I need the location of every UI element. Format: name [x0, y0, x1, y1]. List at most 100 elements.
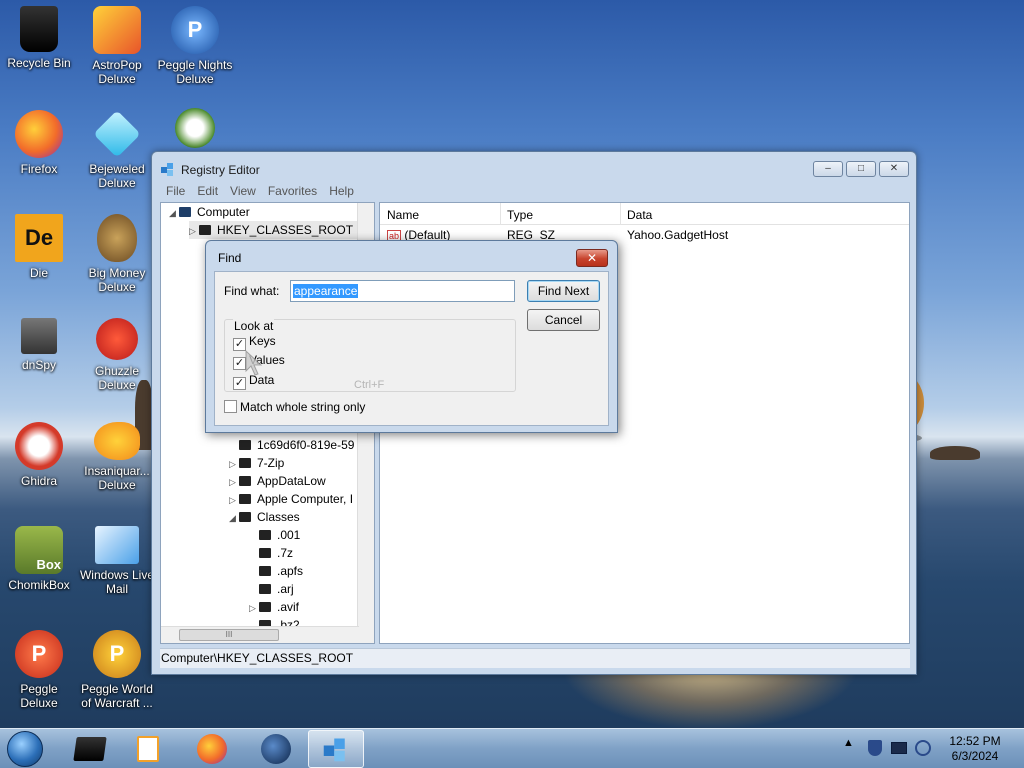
maximize-button[interactable]: □	[846, 161, 876, 177]
dialog-title: Find	[218, 251, 242, 265]
expand-arrow-icon[interactable]: ▷	[249, 599, 259, 617]
column-data[interactable]: Data	[627, 208, 652, 222]
tree-item-computer[interactable]: ◢ Computer	[169, 203, 250, 221]
taskbar-app-terminal[interactable]	[62, 730, 118, 768]
tree-item-key[interactable]: ▷ Apple Computer, I	[229, 490, 353, 508]
menu-bar: File Edit View Favorites Help	[160, 182, 360, 200]
show-hidden-icons-button[interactable]: ▲	[843, 737, 854, 749]
dialog-close-button[interactable]: ✕	[576, 249, 608, 267]
desktop-icon-label: Windows Live Mail	[79, 568, 155, 596]
status-bar: Computer\HKEY_CLASSES_ROOT	[160, 648, 910, 668]
find-what-input[interactable]: appearance	[290, 280, 515, 302]
expand-arrow-icon[interactable]: ▷	[229, 455, 239, 473]
desktop-icon-big-money[interactable]: Big Money Deluxe	[78, 214, 156, 294]
network-icon[interactable]	[915, 740, 931, 756]
desktop-icon-label: Peggle Nights Deluxe	[157, 58, 233, 86]
find-next-button[interactable]: Find Next	[527, 280, 600, 302]
column-type[interactable]: Type	[507, 208, 533, 222]
match-whole-string-checkbox[interactable]: Match whole string only	[224, 400, 365, 414]
ghidra-icon	[15, 422, 63, 470]
start-button[interactable]	[7, 731, 43, 767]
collapse-arrow-icon[interactable]: ◢	[169, 204, 179, 222]
tree-item-key[interactable]: .7z	[249, 544, 293, 562]
desktop-icon-plants[interactable]	[156, 108, 234, 152]
system-clock[interactable]: 12:52 PM 6/3/2024	[940, 734, 1010, 764]
column-name[interactable]: Name	[387, 208, 419, 222]
tree-item-key[interactable]: ◢ Classes	[229, 508, 300, 526]
tree-item-key[interactable]: ▷ 7-Zip	[229, 454, 284, 472]
taskbar-app-globe[interactable]	[248, 730, 304, 768]
desktop-icon-ghuzzle[interactable]: Ghuzzle Deluxe	[78, 318, 156, 392]
desktop-icon-chomikbox[interactable]: Box ChomikBox	[0, 526, 78, 592]
desktop-icon-label: Peggle Deluxe	[20, 682, 58, 710]
desktop-icon-die[interactable]: De Die	[0, 214, 78, 280]
taskbar-app-registry-editor[interactable]	[308, 730, 364, 768]
folder-icon	[239, 458, 251, 468]
tree-item-key[interactable]: ▷ .avif	[249, 598, 299, 616]
tree-horizontal-scrollbar[interactable]: III	[161, 626, 359, 643]
desktop-icon-bejeweled[interactable]: Bejeweled Deluxe	[78, 110, 156, 190]
media-player-icon	[137, 736, 159, 762]
desktop-icon-label: Peggle World of Warcraft ...	[81, 682, 153, 710]
folder-icon	[239, 512, 251, 522]
desktop-icon-label: Insaniquar... Deluxe	[84, 464, 150, 492]
dnspy-icon	[21, 318, 57, 354]
desktop-icon-firefox[interactable]: Firefox	[0, 110, 78, 176]
bejeweled-icon	[93, 110, 141, 158]
desktop-icon-peggle-nights[interactable]: P Peggle Nights Deluxe	[156, 6, 234, 86]
tree-item-key[interactable]: .apfs	[249, 562, 303, 580]
registry-icon	[323, 738, 345, 762]
folder-icon	[259, 530, 271, 540]
taskbar: ▲ 12:52 PM 6/3/2024	[0, 728, 1024, 768]
mail-icon	[95, 526, 139, 564]
shield-icon[interactable]	[868, 740, 882, 756]
desktop-icon-astropop[interactable]: AstroPop Deluxe	[78, 6, 156, 86]
collapse-arrow-icon[interactable]: ◢	[229, 509, 239, 527]
desktop-icon-label: Big Money Deluxe	[88, 266, 146, 294]
menu-file[interactable]: File	[160, 182, 191, 200]
expand-arrow-icon[interactable]: ▷	[189, 222, 199, 240]
scroll-thumb[interactable]: III	[179, 629, 279, 641]
firefox-icon	[15, 110, 63, 158]
minimize-button[interactable]: –	[813, 161, 843, 177]
desktop-icon-peggle-deluxe[interactable]: P Peggle Deluxe	[0, 630, 78, 710]
taskbar-app-media-player[interactable]	[120, 730, 176, 768]
find-dialog[interactable]: Find ✕ Find what: appearance Find Next C…	[205, 240, 618, 433]
terminal-icon	[73, 737, 107, 761]
taskbar-app-firefox[interactable]	[184, 730, 240, 768]
desktop-icon-insaniquarium[interactable]: Insaniquar... Deluxe	[78, 422, 156, 492]
folder-icon	[259, 548, 271, 558]
clock-date: 6/3/2024	[951, 749, 999, 763]
desktop-icon-label: Ghidra	[20, 474, 58, 488]
title-bar[interactable]: Registry Editor – □ ✕	[152, 152, 916, 182]
money-bag-icon	[97, 214, 137, 262]
find-what-text: appearance	[293, 284, 359, 298]
expand-arrow-icon[interactable]: ▷	[229, 473, 239, 491]
folder-icon	[259, 566, 271, 576]
folder-icon	[199, 225, 211, 235]
monitor-icon[interactable]	[891, 742, 907, 754]
menu-edit[interactable]: Edit	[191, 182, 224, 200]
tree-item-key[interactable]: .001	[249, 526, 300, 544]
menu-view[interactable]: View	[224, 182, 262, 200]
desktop-icon-label: dnSpy	[21, 358, 57, 372]
desktop-icon-ghidra[interactable]: Ghidra	[0, 422, 78, 488]
menu-favorites[interactable]: Favorites	[262, 182, 323, 200]
tree-item-hkcr[interactable]: ▷ HKEY_CLASSES_ROOT	[189, 221, 358, 240]
close-button[interactable]: ✕	[879, 161, 909, 177]
menu-help[interactable]: Help	[323, 182, 360, 200]
desktop-icon-label: Die	[29, 266, 48, 280]
desktop-icon-label: Ghuzzle Deluxe	[94, 364, 140, 392]
tree-item-key[interactable]: .arj	[249, 580, 294, 598]
desktop-icon-windows-live-mail[interactable]: Windows Live Mail	[78, 526, 156, 596]
desktop-icon-recycle-bin[interactable]: Recycle Bin	[0, 6, 78, 70]
peggle-nights-icon: P	[171, 6, 219, 54]
clock-time: 12:52 PM	[949, 734, 1001, 748]
list-header: Name Type Data	[380, 203, 909, 225]
cancel-button[interactable]: Cancel	[527, 309, 600, 331]
expand-arrow-icon[interactable]: ▷	[229, 491, 239, 509]
tree-item-key[interactable]: ▷ AppDataLow	[229, 472, 326, 490]
desktop-icon-dnspy[interactable]: dnSpy	[0, 318, 78, 372]
desktop-icon-peggle-wow[interactable]: P Peggle World of Warcraft ...	[78, 630, 156, 710]
tree-item-key[interactable]: 1c69d6f0-819e-59	[229, 436, 354, 454]
